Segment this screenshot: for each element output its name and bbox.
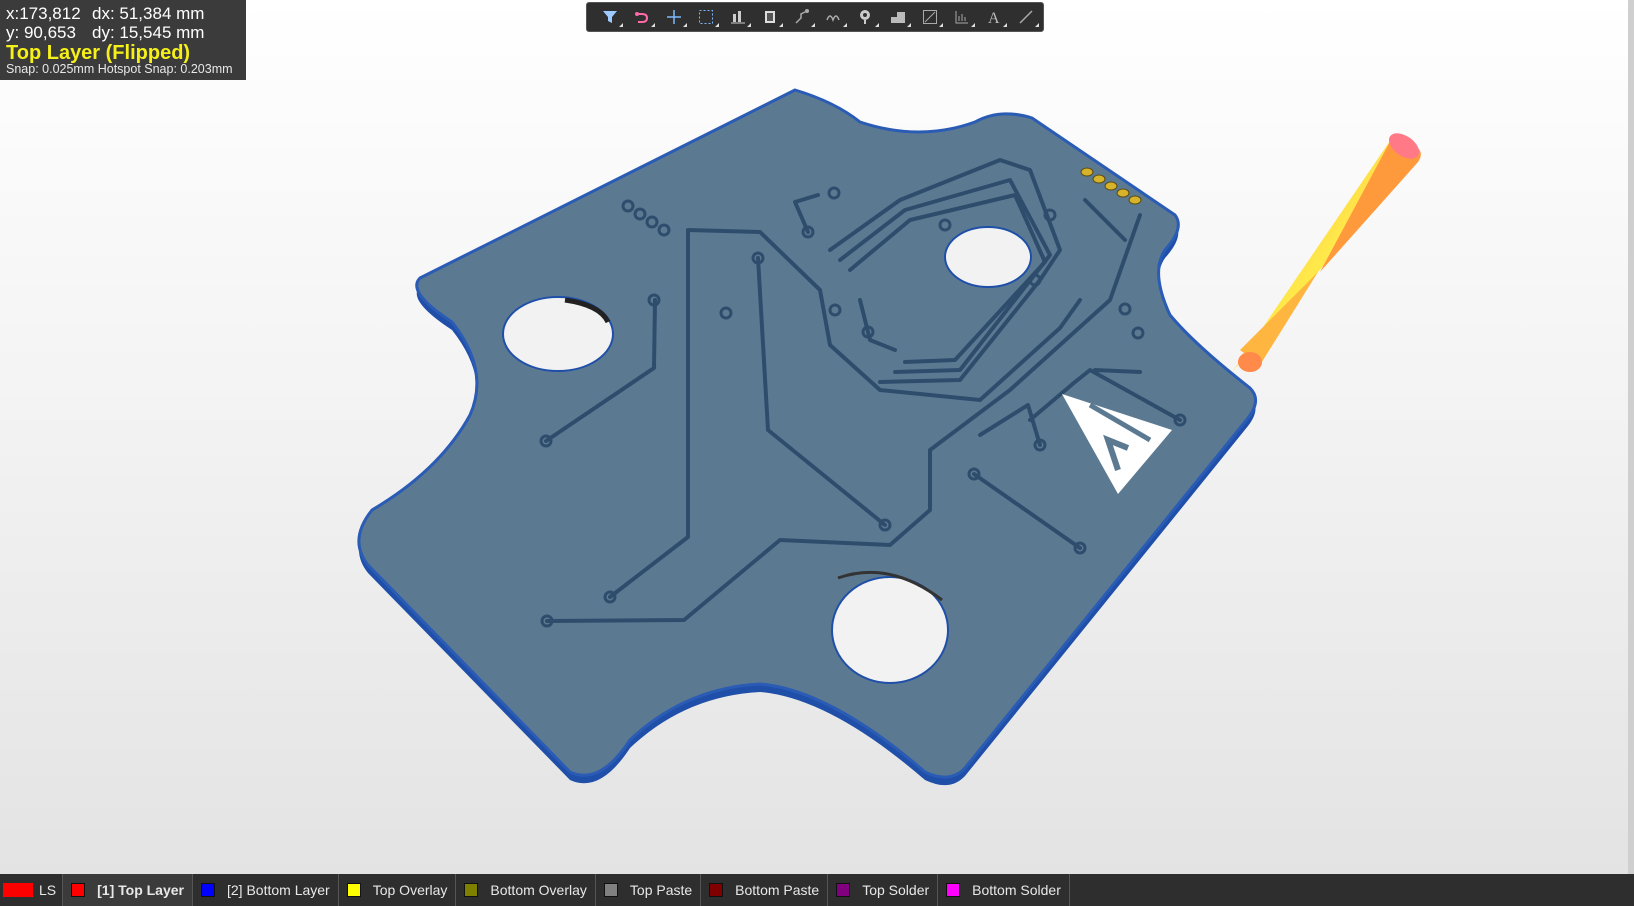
layer-tabs-bar: LS [1] Top Layer [2] Bottom Layer Top Ov… (0, 874, 1634, 906)
chart-icon[interactable] (947, 5, 977, 29)
current-layer-color (3, 883, 33, 897)
select-rectangle-icon[interactable] (691, 5, 721, 29)
route-icon[interactable] (787, 5, 817, 29)
snap-info: Snap: 0.025mm Hotspot Snap: 0.203mm (6, 62, 233, 76)
tab-label: Top Overlay (372, 882, 448, 898)
tab-bottom-layer[interactable]: [2] Bottom Layer (193, 874, 339, 906)
diff-pair-icon[interactable] (819, 5, 849, 29)
svg-text:A: A (988, 10, 1000, 26)
layer-color-swatch (464, 883, 479, 897)
layer-color-swatch (346, 883, 361, 897)
tab-bottom-solder[interactable]: Bottom Solder (938, 874, 1070, 906)
tab-top-overlay[interactable]: Top Overlay (339, 874, 457, 906)
pad-icon[interactable] (851, 5, 881, 29)
y-coordinate: y: 90,653 (6, 23, 76, 42)
tab-label: Bottom Solder (972, 882, 1061, 898)
dimension-icon[interactable] (915, 5, 945, 29)
layer-color-swatch (603, 883, 618, 897)
tab-label: Top Paste (629, 882, 693, 898)
tab-top-layer[interactable]: [1] Top Layer (63, 874, 193, 906)
layer-set-label: LS (39, 882, 57, 898)
crosshair-icon[interactable] (659, 5, 689, 29)
polygon-icon[interactable] (883, 5, 913, 29)
interactive-routing-icon[interactable] (627, 5, 657, 29)
pcb-3d-view[interactable] (0, 0, 1634, 874)
cursor-cone-indicator (1232, 133, 1421, 372)
tab-top-paste[interactable]: Top Paste (596, 874, 702, 906)
x-coordinate: x:173,812 (6, 4, 81, 23)
active-bar-toolbar: A (586, 2, 1044, 32)
coordinate-hud: x:173,812 dx: 51,384 mm y: 90,653 dy: 15… (0, 0, 246, 80)
layer-color-swatch (836, 883, 851, 897)
mounting-hole (944, 226, 1032, 288)
layer-set-selector[interactable]: LS (0, 874, 64, 906)
tab-top-solder[interactable]: Top Solder (828, 874, 939, 906)
layer-color-swatch (201, 883, 215, 897)
line-icon[interactable] (1011, 5, 1041, 29)
tab-label: Bottom Overlay (490, 882, 587, 898)
tab-label: [2] Bottom Layer (227, 882, 330, 898)
layer-color-swatch (946, 883, 961, 897)
tab-label: [1] Top Layer (97, 882, 184, 898)
align-icon[interactable] (723, 5, 753, 29)
layer-color-swatch (71, 883, 86, 897)
tab-label: Top Solder (862, 882, 930, 898)
filter-icon[interactable] (595, 5, 625, 29)
component-icon[interactable] (755, 5, 785, 29)
dx-value: dx: 51,384 mm (92, 4, 205, 23)
dy-value: dy: 15,545 mm (92, 23, 205, 42)
tab-bottom-paste[interactable]: Bottom Paste (701, 874, 829, 906)
text-icon[interactable]: A (979, 5, 1009, 29)
tab-bottom-overlay[interactable]: Bottom Overlay (456, 874, 596, 906)
tab-label: Bottom Paste (735, 882, 820, 898)
layer-color-swatch (709, 883, 724, 897)
